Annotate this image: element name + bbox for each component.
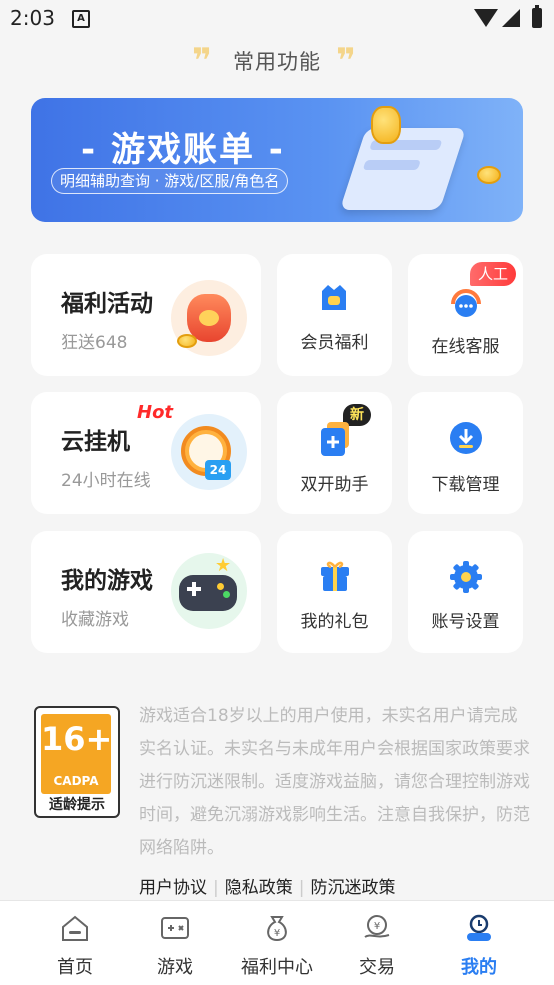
gift-label: 我的礼包: [300, 612, 369, 632]
status-bar: 2:03 A: [0, 0, 554, 36]
download-icon: [448, 420, 484, 456]
headset-icon: [448, 284, 484, 320]
mygames-title: 我的游戏: [61, 568, 153, 594]
welfare-activity-card[interactable]: 福利活动 狂送648: [31, 254, 261, 376]
download-manager-card[interactable]: 下载管理: [408, 392, 523, 514]
welfare-bag-icon: ¥: [262, 913, 292, 943]
section-title: 常用功能: [233, 50, 321, 74]
banner-subtitle: 明细辅助查询 · 游戏/区服/角色名: [51, 168, 289, 194]
age-org: CADPA: [53, 774, 99, 788]
svg-text:¥: ¥: [374, 921, 380, 932]
policy-links: 用户协议 | 隐私政策 | 防沉迷政策: [139, 878, 396, 898]
status-time: 2:03: [10, 6, 55, 30]
trade-icon: ¥: [362, 913, 392, 943]
gear-icon: [448, 559, 484, 595]
tab-profile[interactable]: 我的: [424, 901, 534, 985]
tab-trade-label: 交易: [359, 957, 395, 978]
cloud-title: 云挂机: [61, 429, 130, 455]
my-gift-card[interactable]: 我的礼包: [277, 531, 392, 653]
tab-games-label: 游戏: [157, 957, 193, 978]
welfare-subtitle: 狂送648: [61, 333, 128, 353]
human-service-badge: 人工: [470, 262, 517, 286]
service-label: 在线客服: [431, 337, 500, 357]
phone-illustration-icon: [339, 128, 467, 210]
bottom-tab-bar: 首页 游戏 ¥ 福利中心 ¥ 交易 我的: [0, 900, 554, 985]
tab-home-label: 首页: [57, 957, 93, 978]
lucky-bag-icon: [171, 280, 247, 356]
welfare-title: 福利活动: [61, 291, 153, 317]
anti-addiction-policy-link[interactable]: 防沉迷政策: [310, 878, 395, 898]
anti-addiction-notice: 游戏适合18岁以上的用户使用，未实名用户请完成实名认证。未实名与未成年用户会根据…: [139, 706, 530, 858]
vip-benefits-card[interactable]: 会员福利: [277, 254, 392, 376]
quote-right-icon: ❞: [336, 41, 356, 81]
alarm-clock-icon: 24: [171, 414, 247, 490]
dual-open-icon: [319, 420, 353, 458]
banner-title: - 游戏账单 -: [81, 130, 285, 170]
download-label: 下载管理: [431, 475, 500, 495]
dual-open-card[interactable]: 新 双开助手: [277, 392, 392, 514]
coin-stack-icon: [371, 106, 401, 144]
age-number: 16+: [41, 720, 113, 758]
user-agreement-link[interactable]: 用户协议: [139, 878, 207, 898]
tab-games[interactable]: 游戏: [120, 901, 230, 985]
signal-icon: [502, 9, 520, 27]
tab-welfare-label: 福利中心: [241, 957, 313, 978]
age-rating-badge: 16+ CADPA 适龄提示: [34, 706, 120, 818]
tab-trade[interactable]: ¥ 交易: [322, 901, 432, 985]
tab-home[interactable]: 首页: [20, 901, 130, 985]
cloud-subtitle: 24小时在线: [61, 471, 151, 491]
privacy-policy-link[interactable]: 隐私政策: [225, 878, 293, 898]
account-settings-card[interactable]: 账号设置: [408, 531, 523, 653]
vip-label: 会员福利: [300, 333, 369, 353]
battery-icon: [532, 5, 542, 28]
game-bill-banner[interactable]: - 游戏账单 - 明细辅助查询 · 游戏/区服/角色名: [31, 98, 523, 222]
gift-icon: [319, 559, 351, 593]
home-icon: [60, 913, 90, 943]
game-icon: [160, 913, 190, 943]
tab-welfare-center[interactable]: ¥ 福利中心: [222, 901, 332, 985]
crown-icon: [318, 282, 350, 314]
tab-profile-label: 我的: [461, 957, 497, 978]
age-tip: 适龄提示: [49, 797, 105, 813]
dual-label: 双开助手: [300, 475, 369, 495]
svg-text:¥: ¥: [274, 928, 280, 939]
settings-label: 账号设置: [431, 612, 500, 632]
online-service-card[interactable]: 人工 在线客服: [408, 254, 523, 376]
cloud-idle-card[interactable]: 云挂机 Hot 24小时在线 24: [31, 392, 261, 514]
notification-icon: A: [72, 10, 90, 28]
profile-icon: [464, 913, 494, 943]
gamepad-icon: ★: [171, 553, 247, 629]
mygames-subtitle: 收藏游戏: [61, 610, 129, 630]
coin-icon: [477, 166, 501, 184]
my-games-card[interactable]: 我的游戏 收藏游戏 ★: [31, 531, 261, 653]
hot-badge: Hot: [137, 402, 174, 423]
wifi-icon: [474, 9, 498, 27]
